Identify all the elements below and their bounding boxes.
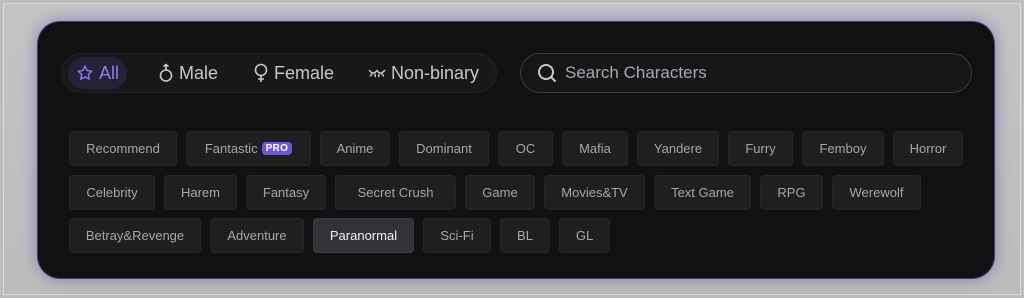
tag-row: Celebrity Harem Fantasy Secret Crush Gam…	[69, 174, 969, 210]
tab-all-label: All	[99, 62, 120, 83]
page-frame: All Male Female Non-binary Search Charac…	[3, 3, 1021, 295]
tab-non-binary[interactable]: Non-binary	[360, 57, 487, 89]
tag-gl[interactable]: GL	[559, 218, 610, 253]
tag-fantastic[interactable]: Fantastic PRO	[186, 131, 311, 166]
tag-recommend[interactable]: Recommend	[69, 131, 177, 166]
tag-row: Betray&Revenge Adventure Paranormal Sci-…	[69, 218, 969, 253]
tag-fantasy[interactable]: Fantasy	[246, 174, 326, 210]
tag-celebrity[interactable]: Celebrity	[69, 174, 155, 210]
tag-rpg[interactable]: RPG	[760, 174, 823, 210]
tag-femboy[interactable]: Femboy	[802, 131, 884, 166]
tag-mafia[interactable]: Mafia	[562, 131, 628, 166]
tab-male[interactable]: Male	[150, 57, 226, 89]
search-icon	[538, 64, 556, 82]
tag-dominant[interactable]: Dominant	[399, 131, 489, 166]
pro-badge: PRO	[261, 142, 293, 155]
tag-grid: Recommend Fantastic PRO Anime Dominant OC…	[69, 131, 969, 262]
tab-male-label: Male	[179, 62, 219, 83]
tag-horror[interactable]: Horror	[893, 131, 963, 166]
male-icon	[159, 63, 173, 82]
tab-all[interactable]: All	[68, 57, 128, 89]
tag-bl[interactable]: BL	[500, 218, 550, 253]
tag-adventure[interactable]: Adventure	[210, 218, 304, 253]
tag-werewolf[interactable]: Werewolf	[832, 174, 921, 210]
tag-paranormal[interactable]: Paranormal	[313, 218, 414, 253]
tag-movies-tv[interactable]: Movies&TV	[544, 174, 645, 210]
tag-row: Recommend Fantastic PRO Anime Dominant OC…	[69, 131, 969, 166]
tag-furry[interactable]: Furry	[728, 131, 793, 166]
tag-betray-revenge[interactable]: Betray&Revenge	[69, 218, 201, 253]
gender-filter-bar: All Male Female Non-binary	[61, 53, 497, 93]
star-icon	[77, 65, 93, 80]
tag-text-game[interactable]: Text Game	[654, 174, 751, 210]
nonbinary-icon	[368, 69, 386, 78]
search-input[interactable]	[563, 62, 947, 84]
filter-panel: All Male Female Non-binary Search Charac…	[38, 22, 994, 278]
tag-anime[interactable]: Anime	[320, 131, 390, 166]
tab-non-binary-label: Non-binary	[391, 62, 480, 83]
tag-game[interactable]: Game	[465, 174, 535, 210]
search-box[interactable]	[520, 53, 972, 93]
tag-oc[interactable]: OC	[498, 131, 553, 166]
tag-sci-fi[interactable]: Sci-Fi	[423, 218, 491, 253]
tag-secret-crush[interactable]: Secret Crush	[335, 174, 456, 210]
tag-harem[interactable]: Harem	[164, 174, 237, 210]
female-icon	[254, 63, 268, 82]
tag-yandere[interactable]: Yandere	[637, 131, 719, 166]
tab-female-label: Female	[274, 62, 335, 83]
tab-female[interactable]: Female	[245, 57, 342, 89]
